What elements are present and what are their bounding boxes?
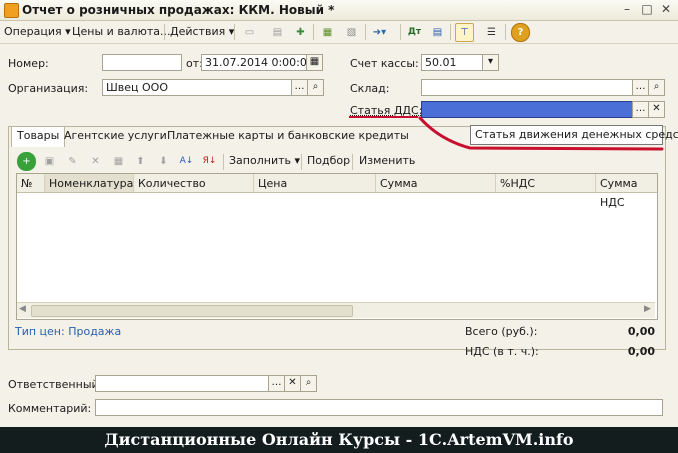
column-header[interactable]: Количество bbox=[134, 174, 254, 193]
tab-agent-services[interactable]: Агентские услуги bbox=[59, 127, 172, 145]
comment-label: Комментарий: bbox=[8, 402, 92, 415]
add-icon[interactable]: + bbox=[17, 152, 36, 171]
select-ellipsis-icon[interactable]: … bbox=[632, 101, 649, 118]
goods-table[interactable]: № Номенклатура Количество Цена Сумма %НД… bbox=[16, 173, 658, 320]
prices-currency-button[interactable]: Цены и валюта... bbox=[72, 25, 170, 38]
chevron-down-icon[interactable]: ▾ bbox=[482, 54, 499, 71]
post-icon[interactable]: ▦ bbox=[318, 23, 337, 42]
toolbar-separator bbox=[223, 154, 224, 170]
scroll-left-icon[interactable]: ◀ bbox=[19, 304, 26, 314]
toolbar-separator bbox=[301, 154, 302, 170]
dds-field[interactable] bbox=[421, 101, 633, 118]
scroll-thumb[interactable] bbox=[31, 305, 353, 317]
dds-label: Статья ДДС: bbox=[350, 104, 423, 117]
toolbar-separator bbox=[365, 24, 366, 40]
copy-row-icon[interactable]: ▣ bbox=[40, 152, 59, 171]
number-field[interactable] bbox=[102, 54, 182, 71]
select-button[interactable]: Подбор bbox=[307, 154, 350, 167]
delete-icon[interactable]: ✕ bbox=[86, 152, 105, 171]
toolbar-separator bbox=[313, 24, 314, 40]
total-label: Всего (руб.): bbox=[465, 325, 538, 338]
clear-icon[interactable]: ✕ bbox=[648, 101, 665, 118]
edit-icon[interactable]: ✎ bbox=[63, 152, 82, 171]
comment-field[interactable] bbox=[95, 399, 663, 416]
tab-goods[interactable]: Товары bbox=[11, 126, 66, 147]
new-icon[interactable]: ▭ bbox=[240, 23, 259, 42]
toolbar-separator bbox=[400, 24, 401, 40]
tab-payment-cards[interactable]: Платежные карты и банковские кредиты bbox=[162, 127, 414, 145]
warehouse-field[interactable] bbox=[421, 79, 633, 96]
dt-kt-icon[interactable]: Дт bbox=[405, 23, 424, 42]
select-ellipsis-icon[interactable]: … bbox=[291, 79, 308, 96]
sort-desc-icon[interactable]: Я↓ bbox=[200, 152, 219, 171]
toolbar-separator bbox=[450, 24, 451, 40]
add-row-icon[interactable]: ✚ bbox=[291, 23, 310, 42]
vat-label: НДС (в т. ч.): bbox=[465, 345, 539, 358]
go-icon[interactable]: ➜▾ bbox=[370, 23, 389, 42]
actions-menu[interactable]: Действия ▾ bbox=[170, 25, 234, 38]
sort-asc-icon[interactable]: A↓ bbox=[177, 152, 196, 171]
column-header[interactable]: Номенклатура bbox=[45, 174, 134, 193]
price-type-link[interactable]: Тип цен: Продажа bbox=[15, 325, 121, 338]
cash-account-field[interactable]: 50.01 bbox=[421, 54, 483, 71]
warehouse-label: Склад: bbox=[350, 82, 390, 95]
document-icon bbox=[4, 3, 19, 18]
fill-menu[interactable]: Заполнить ▾ bbox=[229, 154, 300, 167]
column-header[interactable]: %НДС bbox=[496, 174, 596, 193]
unpost-icon[interactable]: ▧ bbox=[342, 23, 361, 42]
toolbar-separator bbox=[164, 24, 165, 40]
responsible-field[interactable] bbox=[95, 375, 269, 392]
command-bar: Операция ▾ Цены и валюта... Действия ▾ ▭… bbox=[0, 21, 678, 44]
calendar-icon[interactable]: ▦ bbox=[306, 54, 323, 71]
maximize-button[interactable]: □ bbox=[638, 2, 656, 17]
scroll-right-icon[interactable]: ▶ bbox=[644, 304, 651, 314]
horizontal-scrollbar[interactable]: ◀ ▶ bbox=[17, 302, 655, 318]
tooltip: Статья движения денежных средств bbox=[470, 125, 678, 145]
course-footer: Дистанционные Онлайн Курсы - 1С.ArtemVM.… bbox=[0, 427, 678, 453]
clear-icon[interactable]: ✕ bbox=[284, 375, 301, 392]
column-header[interactable]: Сумма bbox=[376, 174, 496, 193]
organization-field[interactable]: Швец ООО bbox=[102, 79, 292, 96]
column-header[interactable]: № bbox=[17, 174, 45, 193]
end-edit-icon[interactable]: ▦ bbox=[109, 152, 128, 171]
minimize-button[interactable]: – bbox=[618, 2, 636, 17]
organization-label: Организация: bbox=[8, 82, 89, 95]
move-down-icon[interactable]: ⬇ bbox=[154, 152, 173, 171]
cash-account-label: Счет кассы: bbox=[350, 57, 419, 70]
toolbar-separator bbox=[352, 154, 353, 170]
date-field[interactable]: 31.07.2014 0:00:00 bbox=[201, 54, 307, 71]
select-ellipsis-icon[interactable]: … bbox=[632, 79, 649, 96]
number-label: Номер: bbox=[8, 57, 49, 70]
window-title: Отчет о розничных продажах: ККМ. Новый * bbox=[22, 3, 335, 17]
structure-icon[interactable]: ⊤ bbox=[455, 23, 474, 42]
toolbar-separator bbox=[234, 24, 235, 40]
move-up-icon[interactable]: ⬆ bbox=[131, 152, 150, 171]
vat-value: 0,00 bbox=[627, 345, 655, 358]
change-button[interactable]: Изменить bbox=[359, 154, 415, 167]
total-value: 0,00 bbox=[627, 325, 655, 338]
operation-menu[interactable]: Операция ▾ bbox=[4, 25, 71, 38]
search-icon[interactable]: ⌕ bbox=[300, 375, 317, 392]
report-icon[interactable]: ▤ bbox=[428, 23, 447, 42]
search-icon[interactable]: ⌕ bbox=[307, 79, 324, 96]
responsible-label: Ответственный: bbox=[8, 378, 103, 391]
list-icon[interactable]: ☰ bbox=[482, 23, 501, 42]
copy-icon[interactable]: ▤ bbox=[268, 23, 287, 42]
column-header[interactable]: Цена bbox=[254, 174, 376, 193]
title-bar: Отчет о розничных продажах: ККМ. Новый *… bbox=[0, 0, 678, 21]
close-button[interactable]: ✕ bbox=[657, 2, 675, 17]
column-header[interactable]: Сумма НДС bbox=[596, 174, 657, 209]
toolbar-separator bbox=[505, 24, 506, 40]
help-icon[interactable]: ? bbox=[511, 23, 530, 42]
select-ellipsis-icon[interactable]: … bbox=[268, 375, 285, 392]
search-icon[interactable]: ⌕ bbox=[648, 79, 665, 96]
